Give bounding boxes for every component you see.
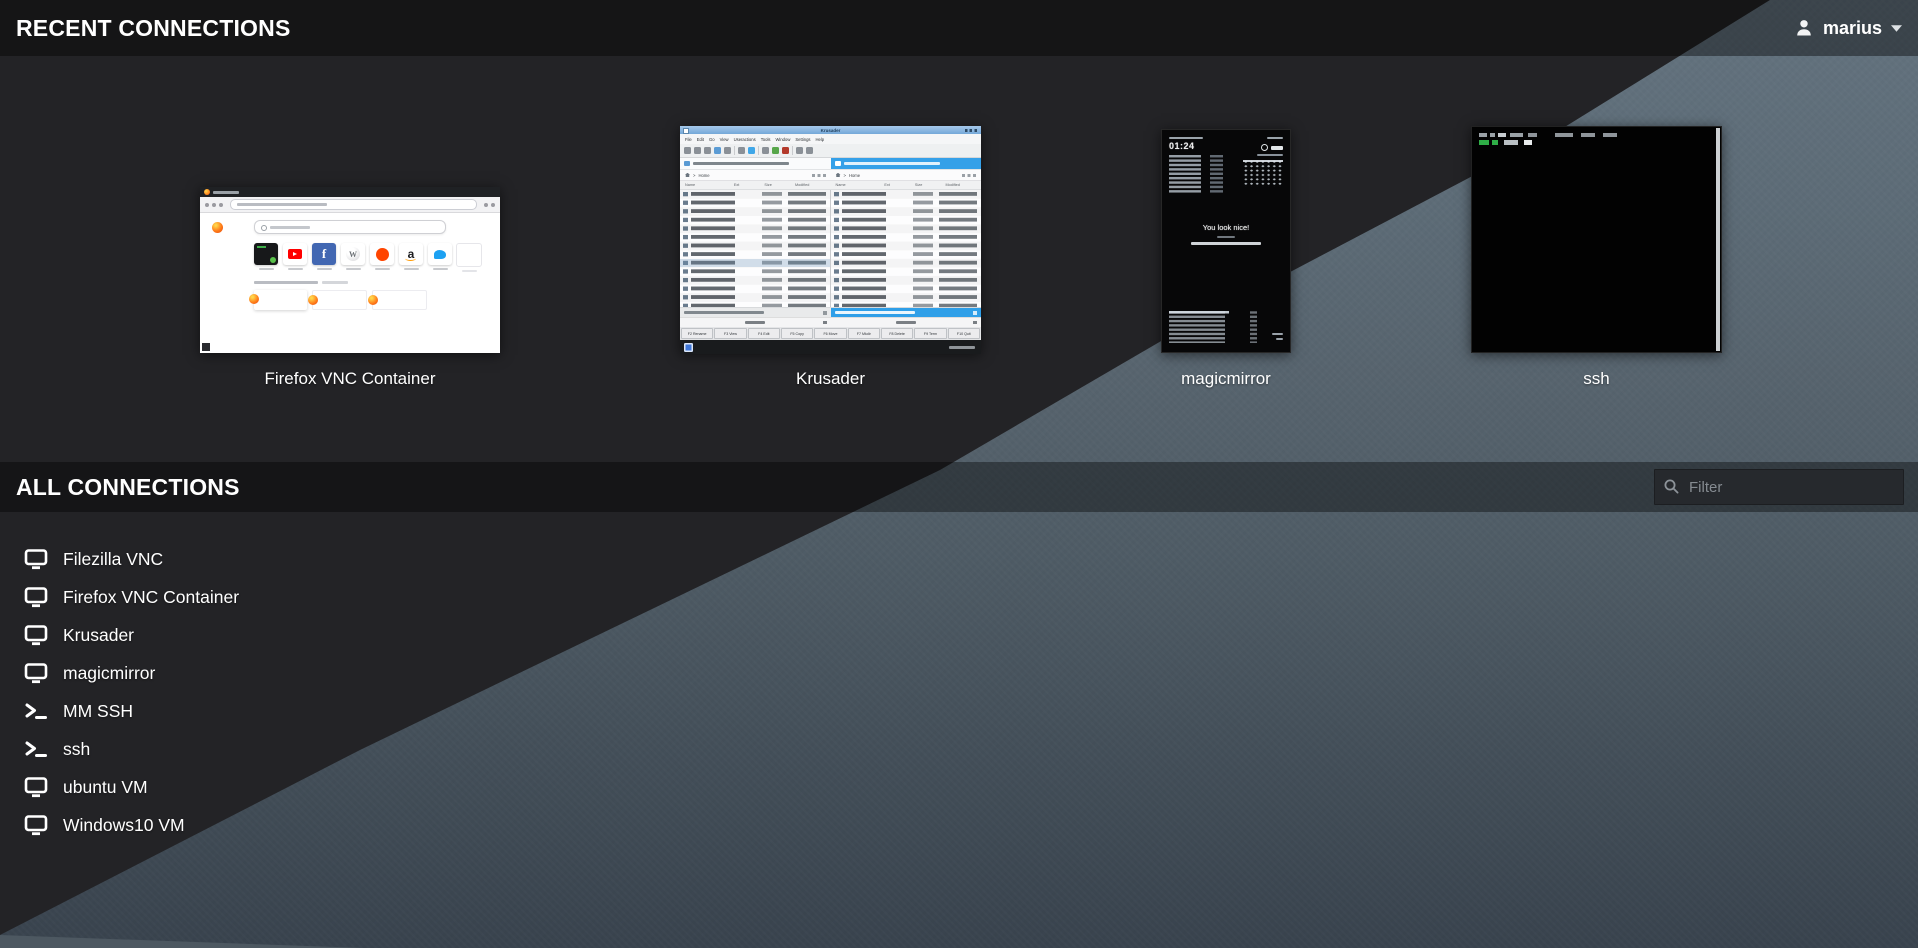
kr-file-panels: [680, 190, 981, 307]
recent-connections-section: f W a: [0, 56, 1918, 462]
guacamole-home-screen: RECENT CONNECTIONS marius: [0, 0, 1918, 948]
terminal-output-line: [1479, 140, 1569, 145]
ff-new-tab-page: f W a: [200, 213, 500, 353]
all-connections-header-bar: ALL CONNECTIONS: [0, 462, 1918, 512]
kr-breadcrumb-bars: >Home >Home: [680, 170, 981, 181]
connection-item-firefox-vnc-container[interactable]: Firefox VNC Container: [24, 578, 344, 616]
shortcut-facebook: f: [312, 243, 336, 272]
ff-search-bar: [254, 220, 446, 234]
mm-weather-icon: [1261, 144, 1283, 151]
ff-url-bar: [230, 199, 477, 210]
user-name: marius: [1823, 18, 1882, 39]
connection-item-windows10-vm[interactable]: Windows10 VM: [24, 806, 344, 844]
monitor-icon: [24, 624, 48, 646]
kr-selection-bars: [680, 317, 981, 327]
recent-card-label: Firefox VNC Container: [264, 369, 435, 389]
recent-connections-title: RECENT CONNECTIONS: [16, 15, 291, 42]
chevron-down-icon: [1891, 25, 1902, 32]
mm-news-table: [1169, 311, 1257, 343]
connection-item-ssh[interactable]: ssh: [24, 730, 344, 768]
monitor-icon: [24, 776, 48, 798]
connection-item-magicmirror[interactable]: magicmirror: [24, 654, 344, 692]
pocket-card-ghost: [372, 290, 427, 310]
mm-calendar-events: [1169, 155, 1223, 193]
monitor-icon: [24, 586, 48, 608]
connection-item-krusader[interactable]: Krusader: [24, 616, 344, 654]
shortcut-amazon: a: [399, 243, 423, 272]
shortcut-youtube: [283, 243, 307, 272]
mm-subline: [1217, 236, 1235, 238]
connection-item-ubuntu-vm[interactable]: ubuntu VM: [24, 768, 344, 806]
shortcut-wikipedia: W: [341, 243, 365, 272]
recent-card-firefox-vnc[interactable]: f W a: [200, 187, 500, 389]
mm-weather-and-month: [1243, 137, 1283, 193]
mm-clock: 01:24: [1169, 141, 1223, 151]
search-icon: [1663, 478, 1680, 495]
mm-footer-lines: [1272, 333, 1283, 340]
pocket-card-ghost: [312, 290, 367, 310]
monitor-icon: [24, 548, 48, 570]
kr-function-key-buttons: F2 RenameF3 ViewF4 EditF5 CopyF6 MoveF7 …: [680, 327, 981, 340]
terminal-prompt-line: [1479, 133, 1631, 137]
ff-shortcut-tiles: f W a: [254, 243, 446, 272]
all-connections-title: ALL CONNECTIONS: [16, 474, 240, 501]
krusader-thumbnail: Krusader FileEditGoViewUseractionsToolsW…: [680, 126, 981, 353]
terminal-icon: [24, 738, 48, 760]
connection-item-mm-ssh[interactable]: MM SSH: [24, 692, 344, 730]
kr-disk-usage-bars: [680, 158, 981, 170]
kr-left-panel: [680, 190, 831, 307]
recent-card-label: magicmirror: [1181, 369, 1271, 389]
recent-card-krusader[interactable]: Krusader FileEditGoViewUseractionsToolsW…: [680, 126, 981, 389]
connection-item-filezilla-vnc[interactable]: Filezilla VNC: [24, 540, 344, 578]
ff-tab-strip: [200, 187, 500, 197]
terminal-scrollbar: [1716, 128, 1720, 351]
kr-column-headers: NameExtSizeModified NameExtSizeModified: [680, 181, 981, 190]
filter-box: [1654, 469, 1904, 505]
ff-pocket-row: [254, 281, 446, 284]
mm-compliment-text: You look nice!: [1162, 223, 1290, 232]
recent-card-ssh[interactable]: ssh: [1471, 126, 1722, 389]
kr-status-strip: [680, 340, 981, 354]
recent-card-label: Krusader: [796, 369, 865, 389]
kr-titlebar: Krusader: [680, 126, 981, 134]
mm-clock-and-events: 01:24: [1169, 137, 1223, 193]
mm-moon-line: [1267, 137, 1283, 139]
ff-nav-toolbar: [200, 197, 500, 213]
shortcut-reddit: [370, 243, 394, 272]
user-icon: [1794, 18, 1814, 38]
shortcut-empty: [457, 243, 481, 272]
mm-forecast-line: [1191, 242, 1261, 245]
terminal-icon: [24, 700, 48, 722]
recent-connections-row: f W a: [0, 126, 1918, 389]
pocket-card: [254, 290, 307, 310]
mm-date-line: [1169, 137, 1203, 139]
monitor-icon: [24, 662, 48, 684]
kr-right-panel: [831, 190, 982, 307]
mm-feels-like-line: [1257, 154, 1283, 156]
recent-card-label: ssh: [1583, 369, 1609, 389]
ff-pocket-cards: [254, 290, 446, 310]
app-header: RECENT CONNECTIONS marius: [0, 0, 1918, 56]
firefox-thumbnail: f W a: [200, 187, 500, 353]
kr-toolbar: [680, 144, 981, 158]
magicmirror-thumbnail: 01:24 You look nice!: [1161, 129, 1291, 353]
shortcut-twitter: [428, 243, 452, 272]
ff-corner-widget: [202, 343, 210, 351]
user-menu[interactable]: marius: [1794, 18, 1902, 39]
mm-month-calendar: [1243, 160, 1283, 187]
kr-menubar: FileEditGoViewUseractionsToolsWindowSett…: [680, 134, 981, 144]
recent-card-magicmirror[interactable]: 01:24 You look nice!: [1161, 129, 1291, 389]
shortcut-terminal: [254, 243, 278, 272]
all-connections-list: Filezilla VNC Firefox VNC Container Krus…: [0, 512, 1918, 844]
monitor-icon: [24, 814, 48, 836]
kr-totals-bars: [680, 307, 981, 317]
ssh-terminal-thumbnail: [1471, 126, 1722, 353]
filter-input[interactable]: [1654, 469, 1904, 505]
firefox-logo-icon: [212, 222, 223, 233]
